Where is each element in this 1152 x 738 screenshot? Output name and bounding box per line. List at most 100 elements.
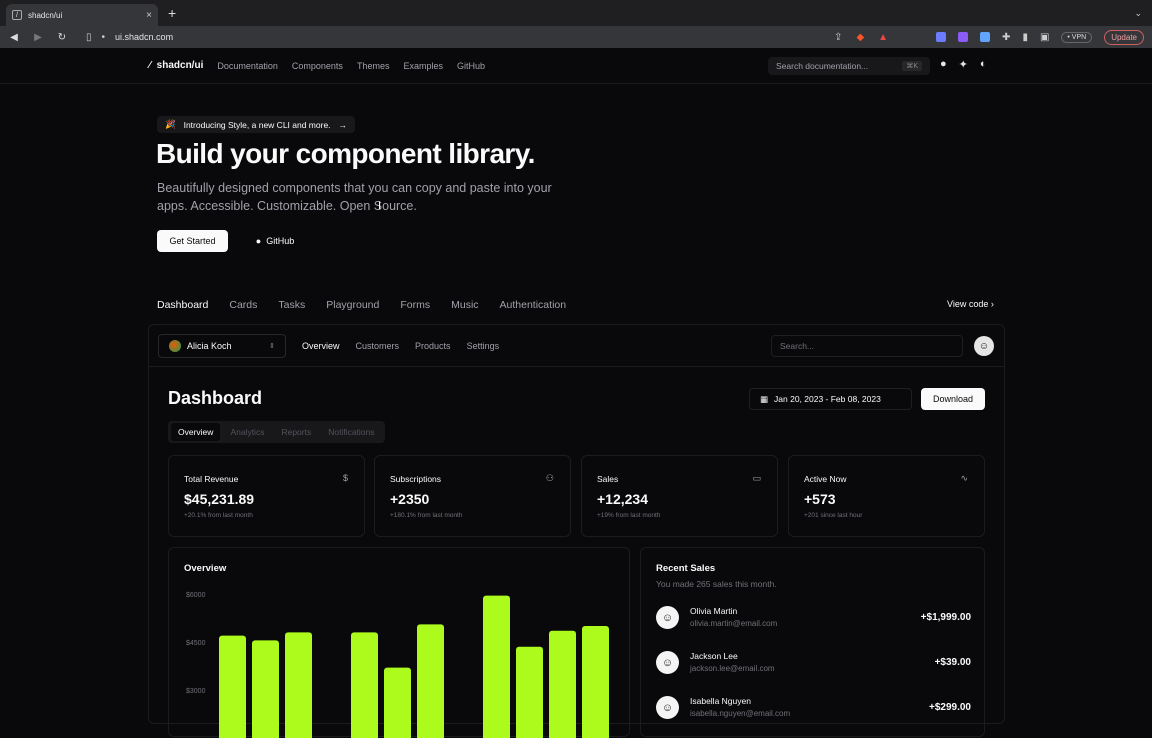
- tab-authentication[interactable]: Authentication: [500, 299, 567, 311]
- stat-note: +180.1% from last month: [390, 512, 463, 519]
- chart-bar: [351, 632, 378, 738]
- y-tick-label: $6000: [186, 592, 206, 599]
- logo-icon: ⁄: [149, 60, 151, 71]
- date-range-text: Jan 20, 2023 - Feb 08, 2023: [774, 394, 881, 404]
- demo-topbar: Alicia Koch ⇕ Overview Customers Product…: [149, 325, 1004, 367]
- view-code-label: View code: [947, 299, 989, 309]
- extension-icon[interactable]: [958, 32, 969, 42]
- tab-dashboard[interactable]: Dashboard: [157, 299, 208, 311]
- nav-examples[interactable]: Examples: [403, 61, 443, 71]
- sale-email: isabella.nguyen@email.com: [690, 709, 791, 718]
- github-icon[interactable]: ●: [940, 58, 947, 71]
- brave-shield-icon[interactable]: ◆: [856, 32, 864, 43]
- chevron-down-icon[interactable]: ⌄: [1134, 8, 1142, 19]
- main-nav: Documentation Components Themes Examples…: [217, 61, 485, 71]
- browser-tabbar: / shadcn/ui × + ⌄: [0, 0, 1152, 26]
- dash-tab-notifications[interactable]: Notifications: [321, 423, 381, 441]
- lock-icon: •: [101, 31, 106, 43]
- stat-label: Total Revenue: [184, 474, 239, 484]
- update-button[interactable]: Update: [1104, 29, 1144, 45]
- chart-bar: [516, 646, 543, 738]
- announcement-badge[interactable]: 🎉 Introducing Style, a new CLI and more.…: [157, 116, 356, 133]
- github-icon: ●: [255, 236, 262, 246]
- stat-label: Sales: [597, 474, 619, 484]
- y-tick-label: $4500: [186, 640, 206, 647]
- team-switcher[interactable]: Alicia Koch ⇕: [158, 334, 286, 358]
- address-bar[interactable]: ▯ • ui.shadcn.com ⇪ ◆ ▲: [80, 28, 894, 46]
- nav-github[interactable]: GitHub: [457, 61, 485, 71]
- back-icon[interactable]: ◀: [8, 32, 20, 43]
- vpn-button[interactable]: • VPN: [1061, 31, 1093, 43]
- twitter-icon[interactable]: ✦: [959, 58, 968, 71]
- recent-sales-card: Recent Sales You made 265 sales this mon…: [640, 547, 985, 737]
- forward-icon[interactable]: ▶: [32, 32, 44, 43]
- sale-name: Jackson Lee: [690, 651, 738, 661]
- close-icon[interactable]: ×: [146, 10, 152, 21]
- nav-components[interactable]: Components: [292, 61, 343, 71]
- team-name: Alicia Koch: [187, 341, 232, 351]
- recent-sales-subtitle: You made 265 sales this month.: [656, 579, 777, 589]
- party-icon: 🎉: [165, 119, 176, 129]
- stat-label: Active Now: [804, 474, 847, 484]
- demo-search-input[interactable]: Search...: [771, 335, 963, 357]
- view-code-link[interactable]: View code ›: [947, 299, 994, 309]
- dollar-icon: $: [342, 473, 348, 483]
- user-avatar[interactable]: ☺: [974, 336, 994, 356]
- wallet-icon[interactable]: ▣: [1040, 32, 1049, 43]
- list-item: ☺ Jackson Lee jackson.lee@email.com +$39…: [656, 649, 971, 677]
- stat-value: +12,234: [597, 491, 648, 507]
- sale-name: Isabella Nguyen: [690, 696, 751, 706]
- users-icon: ⚇: [545, 473, 554, 483]
- get-started-button[interactable]: Get Started: [157, 230, 228, 252]
- sale-amount: +$299.00: [929, 702, 971, 713]
- stat-card-revenue: Total Revenue $ $45,231.89 +20.1% from l…: [168, 455, 365, 537]
- tab-tasks[interactable]: Tasks: [278, 299, 305, 311]
- demo-nav-overview[interactable]: Overview: [302, 341, 340, 351]
- sale-amount: +$1,999.00: [920, 612, 971, 623]
- extension-icon[interactable]: [936, 32, 947, 42]
- calendar-icon: ▦: [760, 393, 769, 404]
- chart-bar: [285, 632, 312, 738]
- demo-nav-customers[interactable]: Customers: [356, 341, 400, 351]
- dash-tab-analytics[interactable]: Analytics: [223, 423, 271, 441]
- sale-name: Olivia Martin: [690, 606, 738, 616]
- sidebar-icon[interactable]: ▮: [1022, 32, 1028, 43]
- stat-label: Subscriptions: [390, 474, 442, 484]
- extension-icon[interactable]: [980, 32, 991, 42]
- search-placeholder: Search documentation...: [776, 61, 869, 71]
- dash-tab-overview[interactable]: Overview: [171, 423, 221, 441]
- share-icon[interactable]: ⇪: [834, 32, 842, 43]
- text-cursor-icon: I: [378, 200, 382, 212]
- stat-value: $45,231.89: [184, 491, 255, 507]
- browser-toolbar: ◀ ▶ ↻ ▯ • ui.shadcn.com ⇪ ◆ ▲ ✚ ▮ ▣ • VP…: [0, 26, 1152, 48]
- logo[interactable]: ⁄ shadcn/ui: [149, 60, 203, 71]
- url-text: ui.shadcn.com: [115, 32, 174, 42]
- nav-themes[interactable]: Themes: [357, 61, 390, 71]
- search-documentation[interactable]: Search documentation... ⌘K: [768, 57, 930, 75]
- demo-nav: Overview Customers Products Settings: [302, 341, 499, 351]
- dash-tab-reports[interactable]: Reports: [274, 423, 318, 441]
- tab-cards[interactable]: Cards: [229, 299, 257, 311]
- chart-bar: [252, 640, 279, 738]
- browser-tab[interactable]: / shadcn/ui ×: [6, 4, 158, 26]
- puzzle-icon[interactable]: ✚: [1002, 32, 1010, 43]
- reload-icon[interactable]: ↻: [56, 32, 68, 43]
- announcement-text: Introducing Style, a new CLI and more.: [183, 119, 331, 130]
- tab-playground[interactable]: Playground: [326, 299, 379, 311]
- tab-music[interactable]: Music: [451, 299, 478, 311]
- github-button[interactable]: ● GitHub: [240, 230, 310, 252]
- new-tab-icon[interactable]: +: [168, 5, 176, 21]
- theme-toggle-icon[interactable]: ◐: [980, 58, 987, 71]
- bookmark-icon[interactable]: ▯: [86, 32, 92, 43]
- download-button[interactable]: Download: [921, 388, 985, 410]
- demo-nav-products[interactable]: Products: [415, 341, 451, 351]
- sale-amount: +$39.00: [934, 657, 971, 668]
- stat-card-subscriptions: Subscriptions ⚇ +2350 +180.1% from last …: [374, 455, 571, 537]
- stat-note: +19% from last month: [597, 512, 661, 519]
- date-range-picker[interactable]: ▦ Jan 20, 2023 - Feb 08, 2023: [749, 388, 912, 410]
- nav-documentation[interactable]: Documentation: [217, 61, 278, 71]
- brave-rewards-icon[interactable]: ▲: [878, 32, 888, 43]
- example-tabs: Dashboard Cards Tasks Playground Forms M…: [157, 299, 566, 311]
- demo-nav-settings[interactable]: Settings: [467, 341, 500, 351]
- tab-forms[interactable]: Forms: [400, 299, 430, 311]
